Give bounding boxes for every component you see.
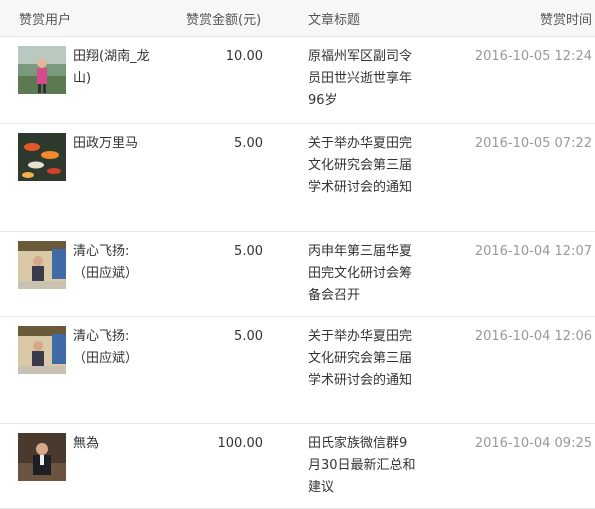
reward-amount: 5.00 xyxy=(234,329,263,344)
article-title[interactable]: 原福州军区副司令员田世兴逝世享年96岁 xyxy=(308,46,416,112)
reward-time: 2016-10-05 12:24 xyxy=(474,49,592,64)
table-row: 無為 100.00 田氏家族微信群9月30日最新汇总和建议 2016-10-04… xyxy=(0,424,595,509)
reward-time: 2016-10-04 12:06 xyxy=(474,329,592,344)
table-header: 赞赏用户 赞赏金额(元) 文章标题 赞赏时间 xyxy=(0,0,595,37)
header-time: 赞赏时间 xyxy=(539,13,592,28)
koi-fish-avatar[interactable] xyxy=(18,133,66,181)
user-name[interactable]: 田翔(湖南_龙山) xyxy=(73,46,153,90)
reward-time: 2016-10-04 09:25 xyxy=(474,436,592,451)
header-title: 文章标题 xyxy=(308,13,361,28)
article-title[interactable]: 丙申年第三届华夏田完文化研讨会筹备会召开 xyxy=(308,241,416,307)
header-amount: 赞赏金额(元) xyxy=(186,13,262,28)
person-indoor-avatar[interactable] xyxy=(18,241,66,289)
person-indoor-avatar[interactable] xyxy=(18,326,66,374)
reward-amount: 5.00 xyxy=(234,136,263,151)
user-name[interactable]: 清心飞扬:（田应斌） xyxy=(73,326,153,370)
reward-amount: 5.00 xyxy=(234,244,263,259)
reward-table: 赞赏用户 赞赏金额(元) 文章标题 赞赏时间 田翔(湖南_龙山) 10.00 原… xyxy=(0,0,595,509)
table-row: 清心飞扬:（田应斌） 5.00 丙申年第三届华夏田完文化研讨会筹备会召开 201… xyxy=(0,232,595,317)
table-row: 清心飞扬:（田应斌） 5.00 关于举办华夏田完文化研究会第三届学术研讨会的通知… xyxy=(0,317,595,424)
reward-time: 2016-10-04 12:07 xyxy=(474,244,592,259)
man-seated-avatar[interactable] xyxy=(18,433,66,481)
article-title[interactable]: 田氏家族微信群9月30日最新汇总和建议 xyxy=(308,433,416,499)
user-name[interactable]: 清心飞扬:（田应斌） xyxy=(73,241,153,285)
table-row: 田翔(湖南_龙山) 10.00 原福州军区副司令员田世兴逝世享年96岁 2016… xyxy=(0,37,595,124)
person-outdoors-avatar[interactable] xyxy=(18,46,66,94)
article-title[interactable]: 关于举办华夏田完文化研究会第三届学术研讨会的通知 xyxy=(308,326,416,392)
user-name[interactable]: 無為 xyxy=(73,433,153,455)
reward-time: 2016-10-05 07:22 xyxy=(474,136,592,151)
reward-amount: 100.00 xyxy=(217,436,264,451)
reward-amount: 10.00 xyxy=(225,49,263,64)
user-name[interactable]: 田政万里马 xyxy=(73,133,153,155)
article-title[interactable]: 关于举办华夏田完文化研究会第三届学术研讨会的通知 xyxy=(308,133,416,199)
header-user: 赞赏用户 xyxy=(19,13,72,28)
table-row: 田政万里马 5.00 关于举办华夏田完文化研究会第三届学术研讨会的通知 2016… xyxy=(0,124,595,232)
